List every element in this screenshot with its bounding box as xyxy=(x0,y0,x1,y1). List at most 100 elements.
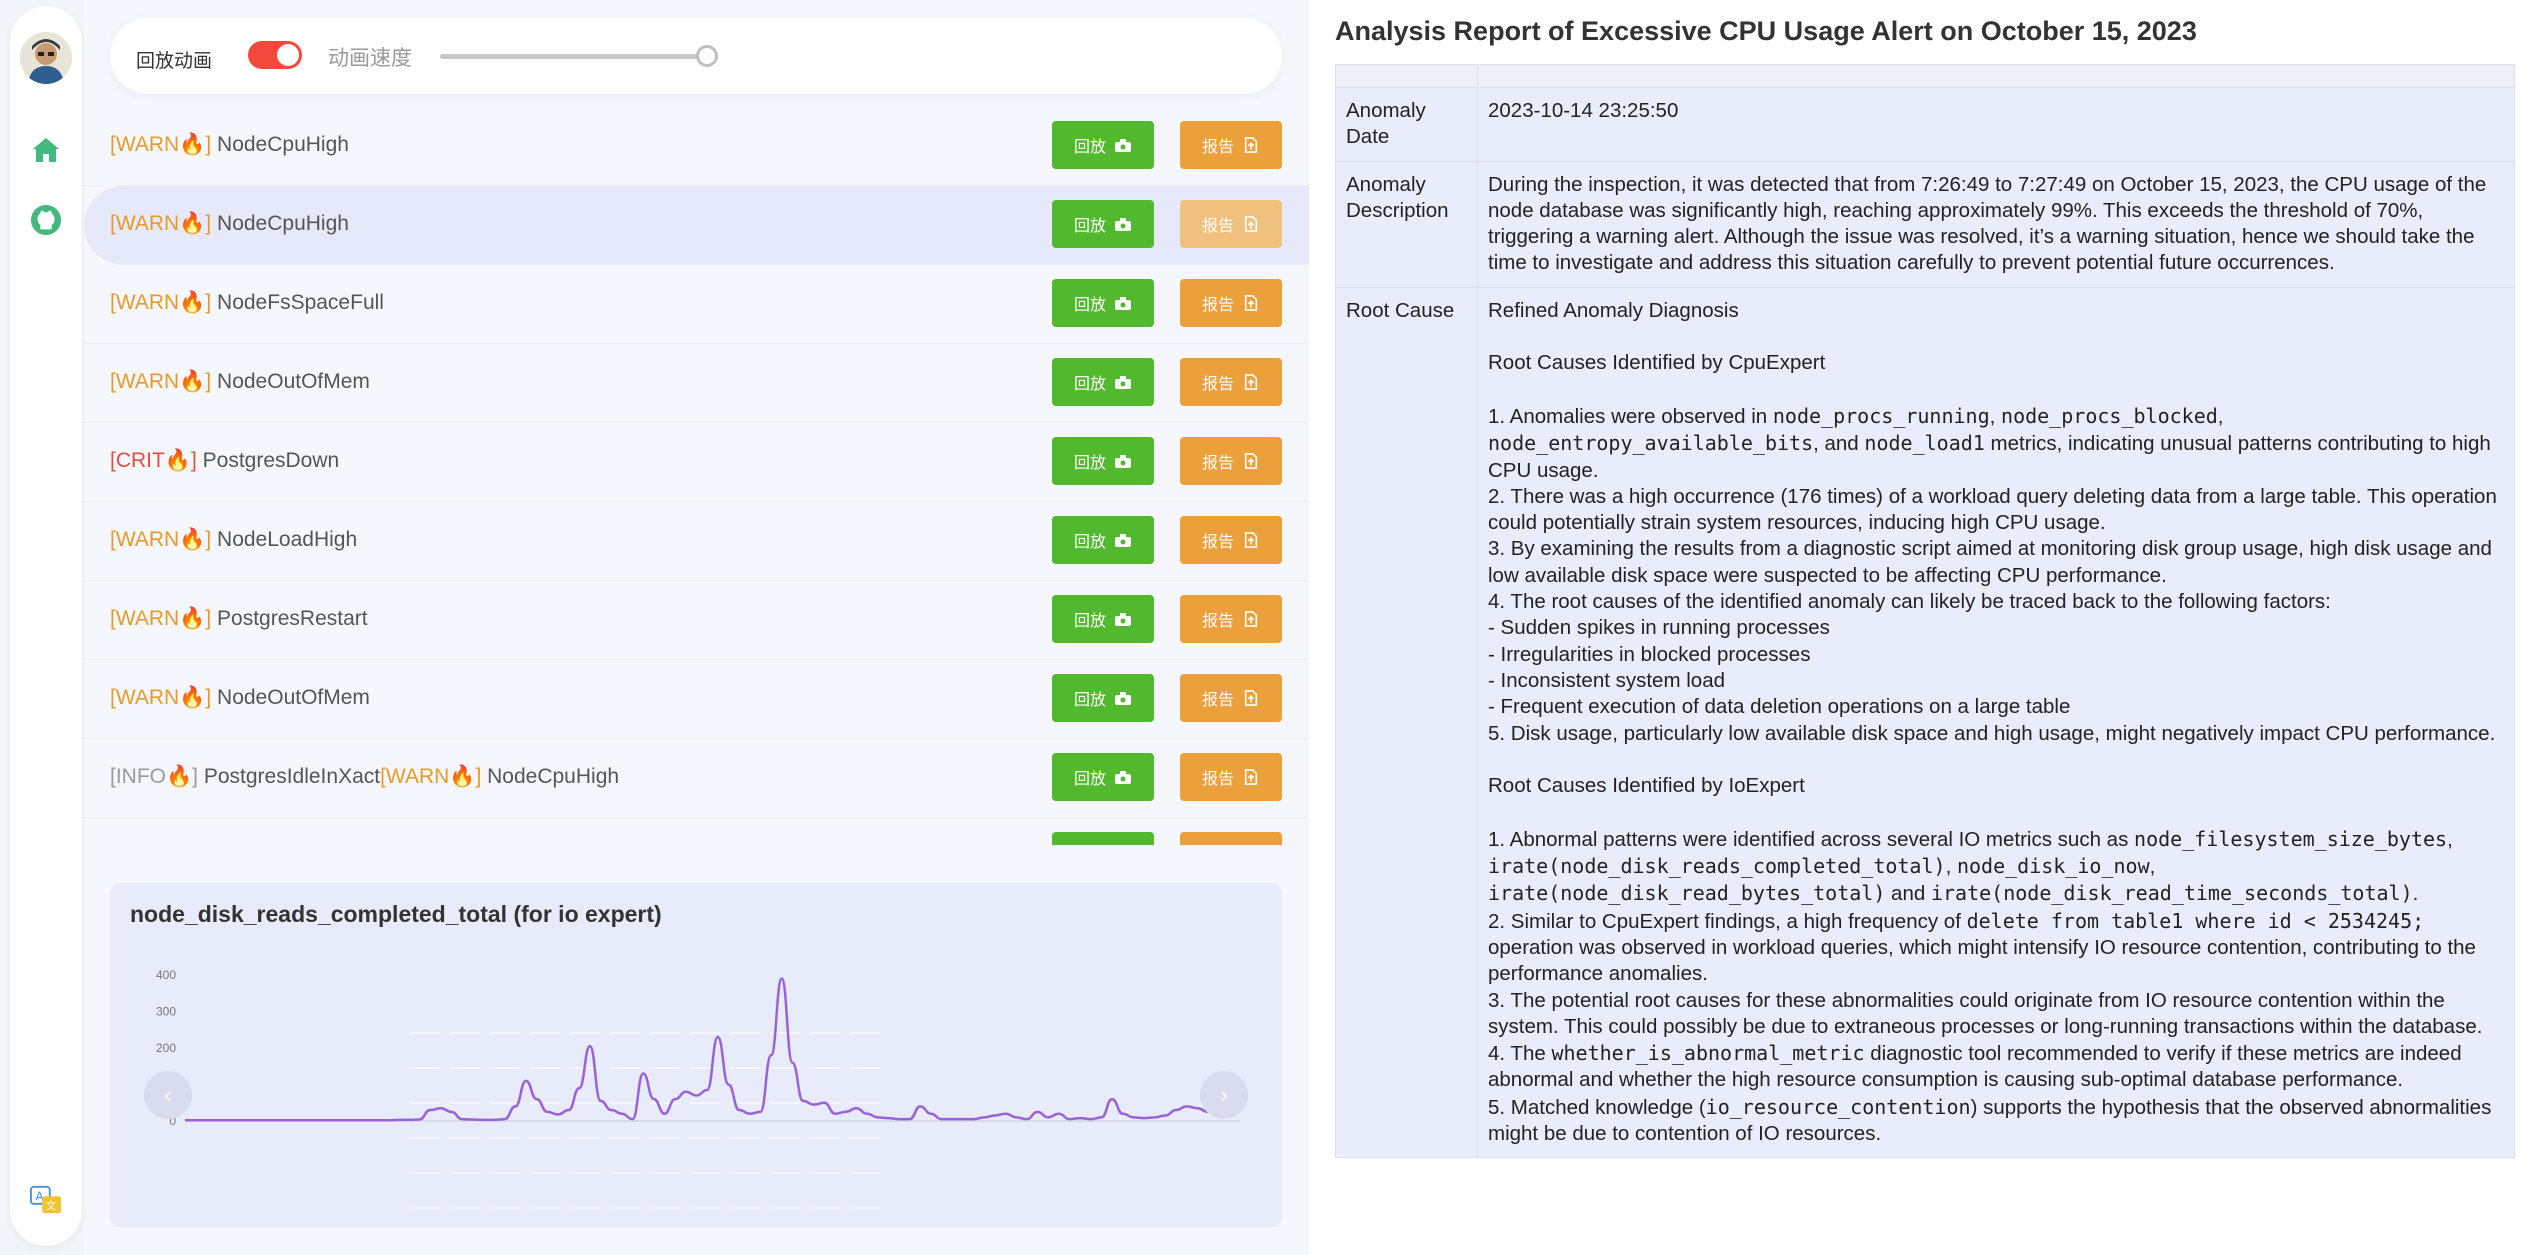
replay-label: 回放 xyxy=(1073,534,1106,551)
replay-button[interactable]: 回放 xyxy=(1052,516,1154,564)
alert-row[interactable]: [WARN🔥] NodeOutOfMem 回放 报告 xyxy=(84,344,1309,423)
alert-row[interactable]: [INFO🔥] PostgresIdleInXact[WARN🔥] NodeCp… xyxy=(84,739,1309,818)
alert-title: [WARN🔥] NodeCpuHigh xyxy=(110,212,349,236)
report-label: 报告 xyxy=(1201,534,1234,551)
alert-row[interactable]: [WARN🔥] NodeLoadHigh 回放 报告 xyxy=(84,502,1309,581)
replay-label: 回放 xyxy=(1073,218,1106,235)
report-button[interactable]: 报告 xyxy=(1180,516,1282,564)
anim-speed-slider[interactable] xyxy=(440,54,710,59)
anim-speed-slider-handle[interactable] xyxy=(696,45,718,67)
report-label: 报告 xyxy=(1201,455,1234,472)
export-icon xyxy=(1244,611,1258,627)
text-span: 1. Anomalies were observed in xyxy=(1488,404,1773,428)
export-icon xyxy=(1244,453,1258,469)
alert-level-tag: [WARN🔥] xyxy=(110,133,212,156)
code-span: node_disk_io_now xyxy=(1956,854,2150,879)
report-panel: Analysis Report of Excessive CPU Usage A… xyxy=(1309,0,2525,1255)
report-button[interactable]: 报告 xyxy=(1180,832,1282,845)
report-label: 报告 xyxy=(1202,844,1234,845)
root-cause-line: 5. Disk usage, particularly low availabl… xyxy=(1488,721,2504,747)
code-span: irate(node_disk_reads_completed_total) xyxy=(1488,854,1946,879)
report-row-root-cause: Root Cause Refined Anomaly Diagnosis Root… xyxy=(1335,286,2515,1159)
root-cause-line: Root Causes Identified by IoExpert xyxy=(1488,773,2504,799)
report-button[interactable]: 报告 xyxy=(1180,121,1282,169)
metric-chart: 0100200300400 xyxy=(156,968,1241,1209)
root-cause-line: - Frequent execution of data deletion op… xyxy=(1488,694,2504,720)
export-icon xyxy=(1244,295,1258,311)
replay-button[interactable]: 回放 xyxy=(1052,753,1154,801)
text-span: Root Causes Identified by IoExpert xyxy=(1488,774,1805,798)
replay-button[interactable]: 回放 xyxy=(1052,279,1154,327)
root-cause-line: 3. The potential root causes for these a… xyxy=(1488,988,2504,1041)
alert-name: NodeCpuHigh xyxy=(211,133,349,156)
replay-button[interactable]: 回放 xyxy=(1052,595,1154,643)
alert-row[interactable]: [WARN🔥] NodeFsSpaceFull 回放 报告 xyxy=(84,265,1309,344)
camera-icon xyxy=(1115,534,1131,547)
alert-row[interactable]: [WARN🔥] NodeCpuHigh 回放 报告 xyxy=(84,107,1309,186)
avatar[interactable] xyxy=(20,32,72,84)
report-button[interactable]: 报告 xyxy=(1180,437,1282,485)
replay-button[interactable]: 回放 xyxy=(1052,358,1154,406)
export-icon xyxy=(1244,137,1258,153)
replay-button[interactable]: 回放 xyxy=(1052,121,1154,169)
github-icon[interactable] xyxy=(30,204,62,236)
export-icon xyxy=(1244,690,1258,706)
translate-icon[interactable]: A文 xyxy=(30,1184,62,1216)
camera-icon xyxy=(1115,297,1131,310)
report-table: Anomaly Date 2023-10-14 23:25:50 Anomaly… xyxy=(1335,64,2515,1159)
code-span: node_load1 xyxy=(1864,431,1985,456)
code-span: node_procs_blocked xyxy=(2001,403,2218,428)
alert-row[interactable]: [WARN🔥] PostgresRestart 回放 报告 xyxy=(84,581,1309,660)
replay-label: 回放 xyxy=(1073,455,1106,472)
text-span: 5. Disk usage, particularly low availabl… xyxy=(1488,721,2496,745)
side-nav: A文 xyxy=(10,6,82,1246)
camera-icon xyxy=(1115,139,1131,152)
root-cause-line: 1. Abnormal patterns were identified acr… xyxy=(1488,826,2504,908)
alert-name: NodeCpuHigh xyxy=(211,212,349,235)
text-span: , xyxy=(2217,404,2230,428)
chart-prev-button[interactable]: ‹ xyxy=(144,1071,192,1119)
replay-anim-toggle[interactable] xyxy=(248,41,302,69)
report-button[interactable]: 报告 xyxy=(1180,279,1282,327)
report-button[interactable]: 报告 xyxy=(1180,358,1282,406)
camera-icon xyxy=(1115,613,1131,626)
code-span: io_resource_contention xyxy=(1705,1094,1971,1119)
root-cause-line: 2. There was a high occurrence (176 time… xyxy=(1488,484,2504,537)
report-button[interactable]: 报告 xyxy=(1180,595,1282,643)
text-span: 4. The xyxy=(1488,1042,1552,1066)
alert-level-tag: [WARN🔥] xyxy=(110,528,212,551)
replay-label: 回放 xyxy=(1073,771,1106,788)
replay-button[interactable]: 回放 xyxy=(1052,832,1154,845)
report-button[interactable]: 报告 xyxy=(1180,753,1282,801)
alert-title: [WARN🔥] NodeOutOfMem xyxy=(110,686,370,710)
root-cause-line: 5. Matched knowledge (io_resource_conten… xyxy=(1488,1094,2504,1148)
anomaly-description-value: During the inspection, it was detected t… xyxy=(1477,160,2515,288)
replay-button[interactable]: 回放 xyxy=(1052,437,1154,485)
metric-chart-card: node_disk_reads_completed_total (for io … xyxy=(110,883,1282,1227)
text-span: 2. Similar to CpuExpert findings, a high… xyxy=(1488,909,1967,933)
replay-button[interactable]: 回放 xyxy=(1052,674,1154,722)
alert-row[interactable]: [CRIT🔥] PostgresDown 回放 报告 xyxy=(84,423,1309,502)
root-cause-line: 1. Anomalies were observed in node_procs… xyxy=(1488,403,2504,484)
export-icon xyxy=(1244,374,1258,390)
report-label: 报告 xyxy=(1201,139,1234,156)
y-tick-label: 400 xyxy=(156,968,176,982)
home-icon[interactable] xyxy=(30,134,62,166)
alert-row[interactable]: [WARN🔥] NodeOutOfMem 回放 报告 xyxy=(84,660,1309,739)
alert-row[interactable]: [WARN🔥] NodeCpuHigh 回放 报告 xyxy=(84,186,1309,265)
alert-title: [WARN🔥] PostgresRestart xyxy=(110,607,368,631)
report-button[interactable]: 报告 xyxy=(1180,200,1282,248)
replay-button[interactable]: 回放 xyxy=(1052,200,1154,248)
text-span: . xyxy=(2412,882,2419,906)
alert-level-tag: [WARN🔥] xyxy=(110,686,212,709)
svg-text:文: 文 xyxy=(46,1199,56,1212)
text-span: - Sudden spikes in running processes xyxy=(1488,616,1830,640)
root-cause-line: - Irregularities in blocked processes xyxy=(1488,642,2504,668)
text-span: 5. Matched knowledge ( xyxy=(1488,1095,1706,1119)
alert-row[interactable]: 回放 报告 xyxy=(84,818,1309,845)
replay-label: 回放 xyxy=(1073,297,1106,314)
alert-name: NodeFsSpaceFull xyxy=(211,291,384,314)
report-label: 报告 xyxy=(1201,692,1234,709)
report-button[interactable]: 报告 xyxy=(1180,674,1282,722)
chart-next-button[interactable]: › xyxy=(1200,1071,1248,1119)
